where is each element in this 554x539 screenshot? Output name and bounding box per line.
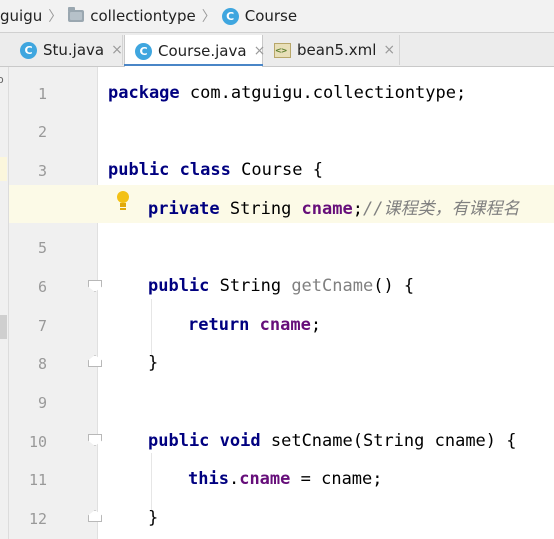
tab-course-java[interactable]: C Course.java × [124,35,265,67]
breadcrumb-module-label: guigu [0,7,43,25]
breadcrumb-package-label: collectiontype [90,7,196,25]
tab-label: Stu.java [43,41,105,59]
code-text: String [219,199,302,219]
lightbulb-base [120,203,126,207]
field-name: cname [239,469,291,489]
scroll-marker[interactable] [0,315,7,339]
xml-file-icon [274,42,291,58]
class-icon: C [221,7,239,25]
class-icon: C [135,42,152,60]
tab-bean5-xml[interactable]: bean5.xml × [264,35,400,65]
code-text: } [148,508,159,528]
line-number: 3 [37,162,47,180]
method-name: getCname [291,276,374,296]
class-icon: C [20,41,37,59]
line-number: 10 [28,433,47,451]
code-line-7: return cname; [188,306,321,344]
code-text: . [228,469,240,489]
breadcrumb-separator-icon: 〉 [48,9,63,25]
code-text: () { [373,276,415,296]
keyword: private [148,199,220,219]
left-tool-strip: o [0,67,9,539]
breadcrumb-item-package[interactable]: collectiontype [68,7,196,25]
folder-icon [68,7,85,22]
keyword: return [188,315,250,335]
tab-stu-java[interactable]: C Stu.java × [10,35,123,65]
keyword: public [148,431,210,451]
code-line-11: this.cname = cname; [188,460,383,498]
code-text: com.atguigu.collectiontype; [179,83,467,103]
code-text: setCname(String cname) { [260,431,517,451]
line-number: 1 [37,85,47,103]
line-number: 6 [37,278,47,296]
line-number: 2 [37,123,47,141]
line-number: 5 [37,239,47,257]
breadcrumb-separator-icon: 〉 [201,9,216,25]
comment: //课程类，有课程名 [362,199,520,219]
keyword: void [219,431,261,451]
code-editor[interactable]: package com.atguigu.collectiontype; publ… [9,67,554,539]
tab-label: Course.java [158,42,247,60]
lightbulb-icon[interactable] [116,191,130,213]
line-number: 9 [37,394,47,412]
code-line-4: private String cname;//课程类，有课程名 [148,190,519,228]
close-icon[interactable]: × [383,42,395,58]
keyword: package [108,83,180,103]
line-number: 11 [28,471,47,489]
code-text: } [148,353,159,373]
code-line-12: } [148,499,158,537]
active-tab-indicator [124,64,263,66]
breadcrumb: guigu 〉 collectiontype 〉 C Course [0,0,554,33]
keyword: this [188,469,229,489]
lightbulb-base [120,208,126,210]
keyword: class [179,160,231,180]
code-line-8: } [148,344,158,382]
code-text: Course { [230,160,323,180]
lightbulb-glass [117,191,129,203]
editor-gutter[interactable]: 1 2 3 4 5 6 7 8 9 10 11 12 [9,67,102,539]
code-text: ; [352,199,363,219]
strip-glyph: o [0,73,4,86]
breadcrumb-item-class[interactable]: C Course [221,7,298,25]
keyword: public [108,160,170,180]
tab-label: bean5.xml [297,41,377,59]
current-line-marker [0,157,7,181]
editor-tab-bar: C Stu.java × C Course.java × bean5.xml × [0,33,554,67]
line-number: 12 [28,510,47,528]
code-line-6: public String getCname() { [148,267,414,305]
code-text: = cname; [290,469,383,489]
code-text: String [209,276,292,296]
code-line-10: public void setCname(String cname) { [148,422,517,460]
close-icon[interactable]: × [111,42,123,58]
code-line-3: public class Course { [108,151,323,189]
breadcrumb-item-module[interactable]: guigu [0,7,42,25]
field-name: cname [259,315,311,335]
line-number: 8 [37,355,47,373]
keyword: public [148,276,210,296]
code-line-1: package com.atguigu.collectiontype; [108,74,466,112]
line-number: 7 [37,317,47,335]
code-text: ; [310,315,322,335]
field-name: cname [301,199,353,219]
breadcrumb-class-label: Course [244,7,298,25]
